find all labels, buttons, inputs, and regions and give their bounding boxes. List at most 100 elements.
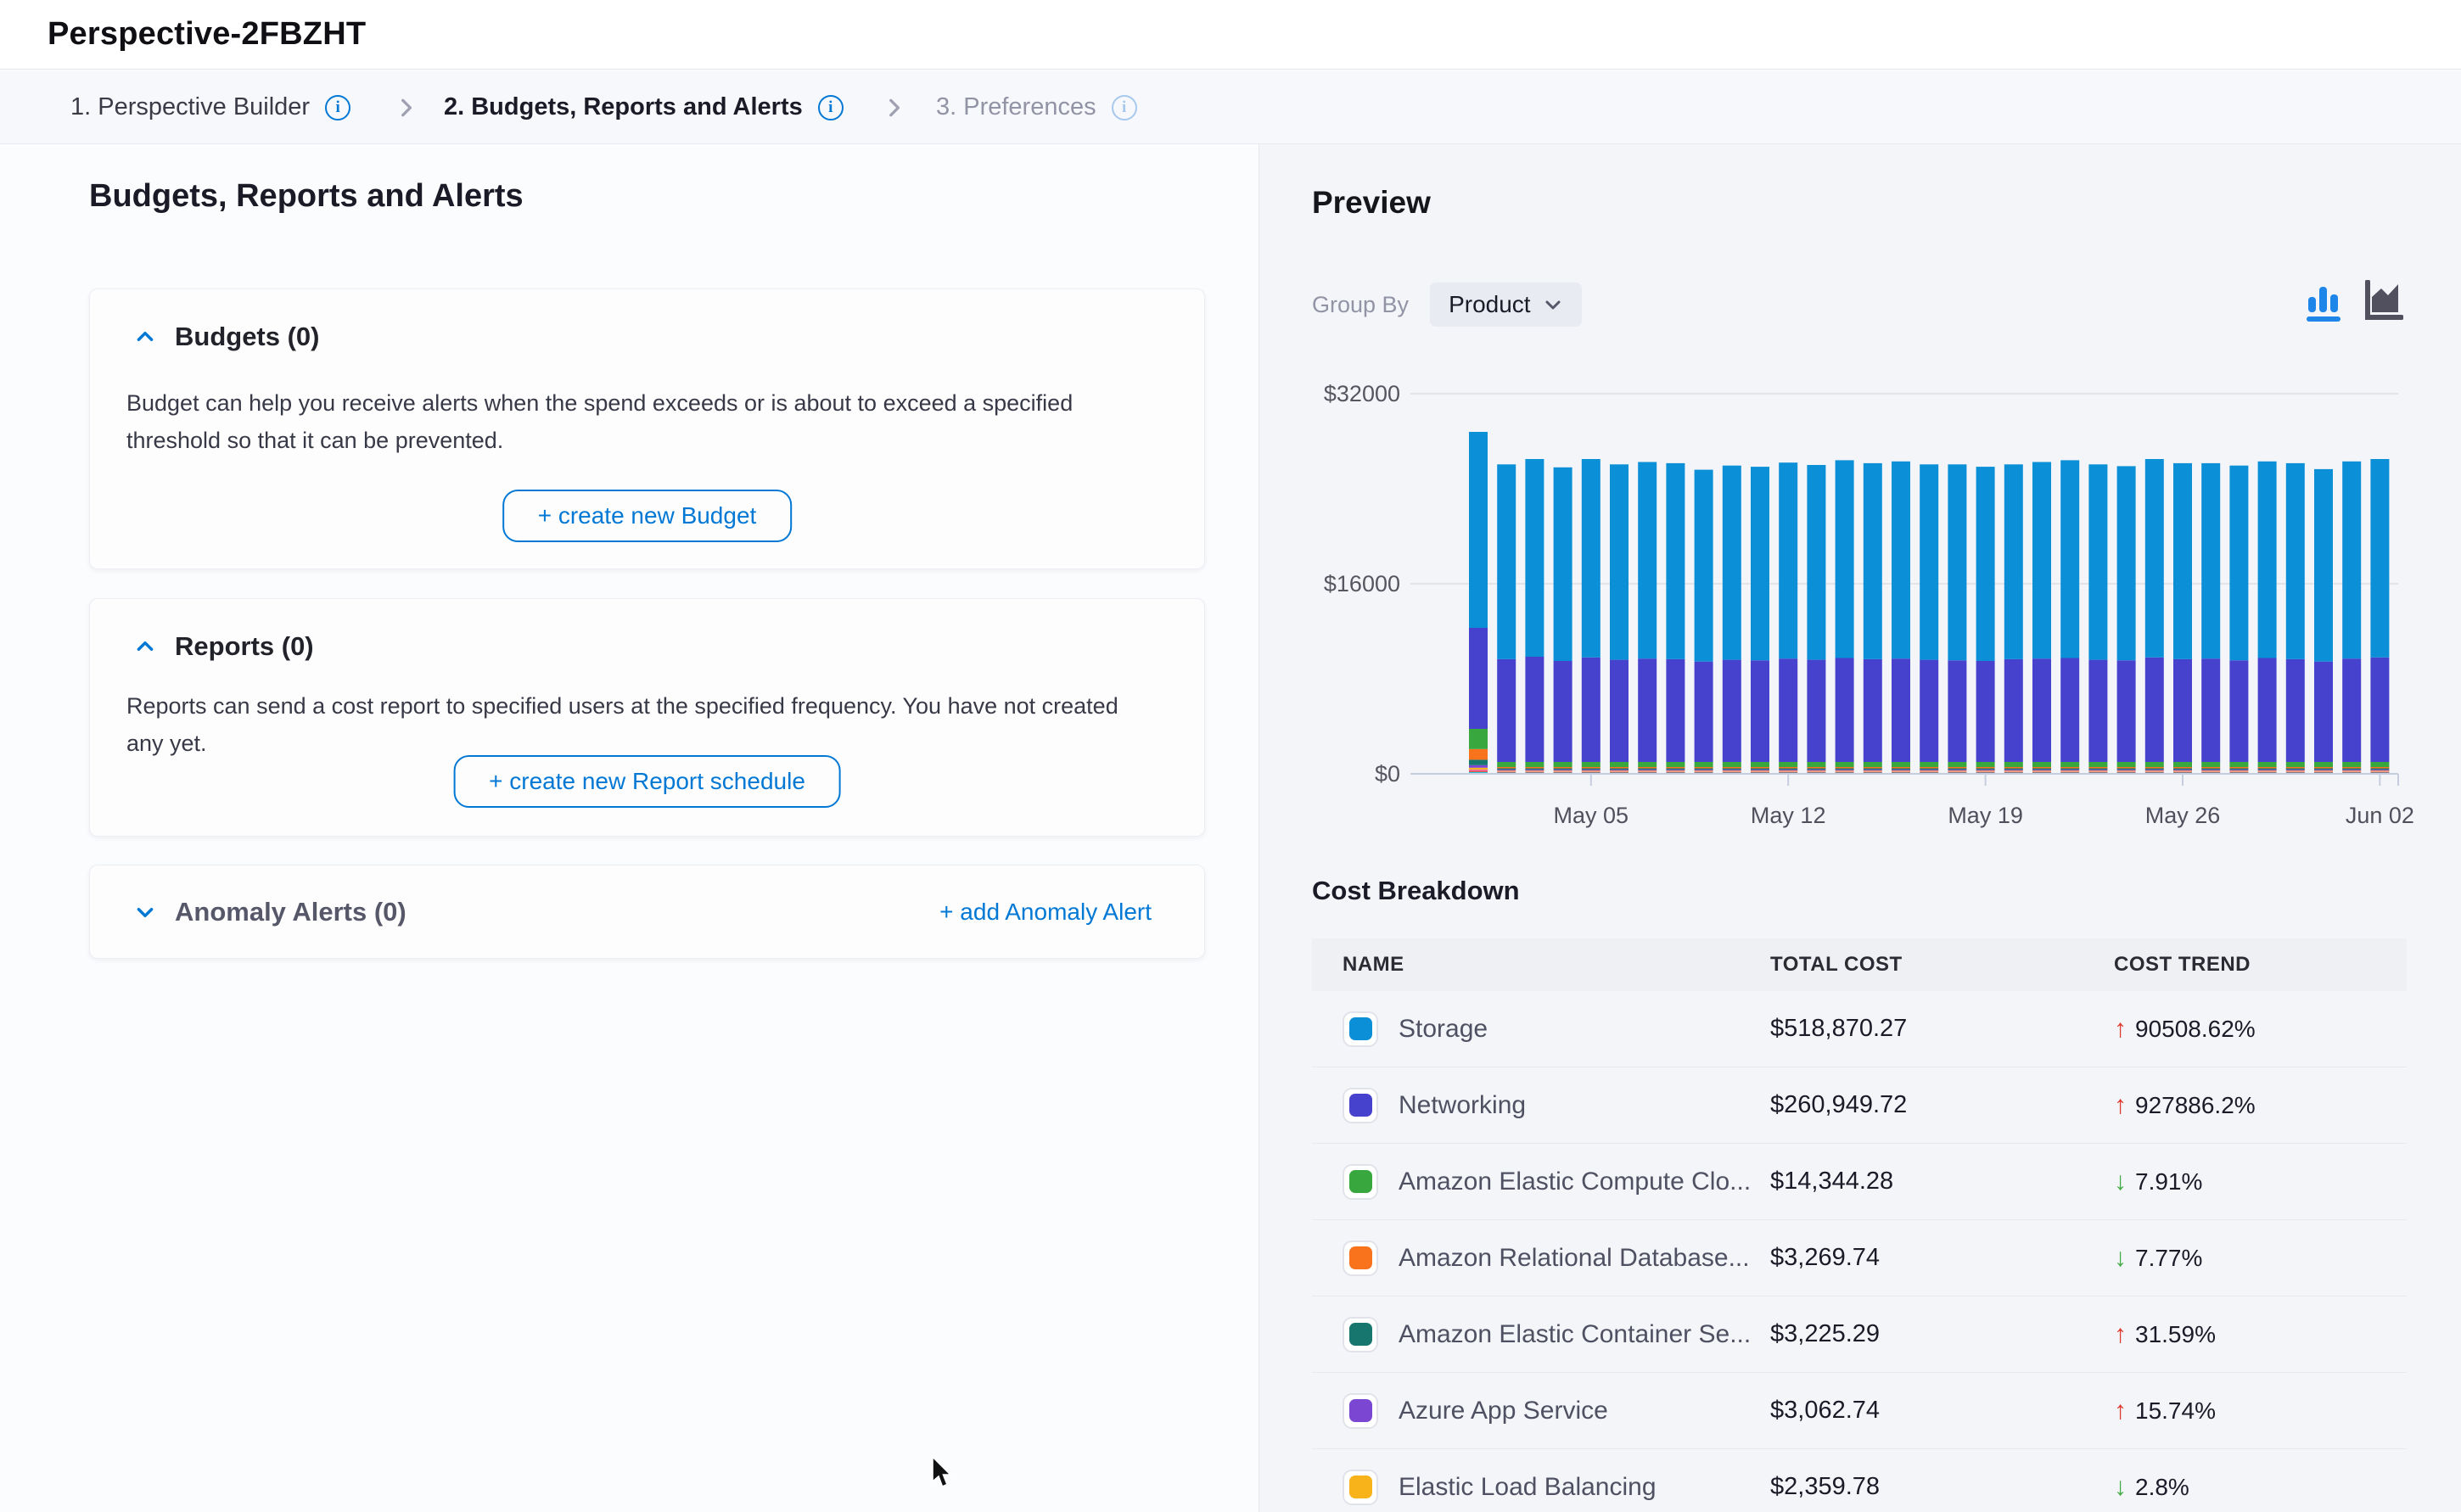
service-name: Elastic Load Balancing — [1399, 1473, 1657, 1502]
column-header-name: NAME — [1312, 953, 1770, 977]
cost-trend-cell: ↓ 7.91% — [2114, 1168, 2407, 1196]
row-name-cell: Azure App Service — [1312, 1393, 1770, 1429]
table-row[interactable]: Storage $518,870.27↑ 90508.62% — [1312, 991, 2407, 1067]
tab-label: 3. Preferences — [936, 93, 1096, 121]
service-name: Amazon Elastic Container Se... — [1399, 1320, 1751, 1349]
trend-down-arrow-icon: ↓ — [2114, 1168, 2127, 1196]
tab-perspective-builder[interactable]: 1. Perspective Builder i — [70, 70, 350, 144]
area-chart-icon[interactable] — [2364, 280, 2403, 324]
total-cost-cell: $2,359.78 — [1770, 1473, 2114, 1501]
column-header-total: TOTAL COST — [1770, 953, 2114, 977]
add-anomaly-alert-link[interactable]: + add Anomaly Alert — [939, 899, 1152, 926]
cost-trend-cell: ↑ 927886.2% — [2114, 1091, 2407, 1120]
legend-swatch — [1343, 1240, 1378, 1276]
row-name-cell: Elastic Load Balancing — [1312, 1470, 1770, 1505]
preview-title: Preview — [1312, 185, 1431, 221]
chart-type-toggle — [2307, 280, 2403, 324]
group-by-dropdown[interactable]: Product — [1430, 283, 1582, 327]
table-row[interactable]: Amazon Relational Database...$3,269.74↓ 7… — [1312, 1220, 2407, 1296]
total-cost-cell: $3,225.29 — [1770, 1320, 2114, 1348]
total-cost-cell: $3,269.74 — [1770, 1244, 2114, 1272]
budgets-card-title: Budgets (0) — [175, 322, 320, 352]
row-name-cell: Amazon Elastic Compute Clo... — [1312, 1164, 1770, 1200]
trend-down-arrow-icon: ↓ — [2114, 1244, 2127, 1273]
legend-swatch — [1343, 1011, 1378, 1047]
cost-trend-cell: ↑15.74% — [2114, 1397, 2407, 1425]
mouse-cursor — [931, 1456, 953, 1490]
anomaly-alerts-card-header[interactable]: Anomaly Alerts (0) — [134, 897, 406, 927]
info-icon[interactable]: i — [1112, 95, 1137, 120]
reports-description: Reports can send a cost report to specif… — [126, 687, 1158, 762]
perspective-builder-page: Perspective-2FBZHT 1. Perspective Builde… — [0, 0, 2461, 1512]
wizard-tab-bar: 1. Perspective Builder i 2. Budgets, Rep… — [0, 70, 2461, 144]
service-name: Amazon Elastic Compute Clo... — [1399, 1168, 1751, 1196]
total-cost-cell: $518,870.27 — [1770, 1015, 2114, 1043]
service-name: Storage — [1399, 1015, 1488, 1044]
table-row[interactable]: Amazon Elastic Compute Clo... $14,344.28↓… — [1312, 1144, 2407, 1220]
chevron-up-icon — [134, 636, 156, 658]
group-by-label: Group By — [1312, 292, 1409, 318]
row-name-cell: Storage — [1312, 1011, 1770, 1047]
total-cost-cell: $14,344.28 — [1770, 1168, 2114, 1196]
reports-card-header[interactable]: Reports (0) — [134, 631, 314, 662]
trend-up-arrow-icon: ↑ — [2114, 1320, 2127, 1349]
table-header-row: NAME TOTAL COST COST TREND — [1312, 938, 2407, 991]
budgets-card-header[interactable]: Budgets (0) — [134, 322, 320, 352]
app-header: Perspective-2FBZHT — [0, 0, 2461, 70]
create-new-budget-button[interactable]: + create new Budget — [502, 490, 793, 542]
group-by-row: Group By Product — [1312, 283, 1582, 327]
table-row[interactable]: Azure App Service $3,062.74↑15.74% — [1312, 1373, 2407, 1449]
budgets-reports-alerts-panel: Budgets, Reports and Alerts Budgets (0) … — [0, 144, 1259, 1512]
tab-preferences[interactable]: 3. Preferences i — [936, 70, 1137, 144]
legend-swatch — [1343, 1088, 1378, 1123]
trend-value: 7.91% — [2135, 1168, 2202, 1196]
table-row[interactable]: Elastic Load Balancing $2,359.78↓2.8% — [1312, 1449, 2407, 1512]
legend-swatch — [1343, 1164, 1378, 1200]
row-name-cell: Amazon Relational Database... — [1312, 1240, 1770, 1276]
info-icon[interactable]: i — [818, 95, 844, 120]
chevron-down-icon — [1543, 294, 1563, 315]
legend-swatch — [1343, 1393, 1378, 1429]
legend-swatch — [1343, 1470, 1378, 1505]
cost-trend-cell: ↑ 90508.62% — [2114, 1015, 2407, 1044]
trend-value: 90508.62% — [2135, 1016, 2256, 1043]
info-icon[interactable]: i — [325, 95, 350, 120]
create-new-report-schedule-button[interactable]: + create new Report schedule — [453, 755, 841, 808]
legend-swatch — [1343, 1317, 1378, 1352]
total-cost-cell: $3,062.74 — [1770, 1397, 2114, 1425]
trend-value: 7.77% — [2135, 1245, 2202, 1272]
trend-up-arrow-icon: ↑ — [2114, 1091, 2127, 1120]
column-header-trend: COST TREND — [2114, 953, 2407, 977]
reports-card-title: Reports (0) — [175, 631, 314, 662]
bar-chart-icon[interactable] — [2307, 280, 2346, 324]
trend-up-arrow-icon: ↑ — [2114, 1015, 2127, 1044]
anomaly-alerts-card-title: Anomaly Alerts (0) — [175, 897, 406, 927]
anomaly-alerts-card: Anomaly Alerts (0) + add Anomaly Alert — [89, 865, 1205, 959]
cost-trend-cell: ↓2.8% — [2114, 1473, 2407, 1502]
tab-label: 2. Budgets, Reports and Alerts — [444, 93, 803, 121]
trend-value: 927886.2% — [2135, 1092, 2256, 1119]
row-name-cell: Networking — [1312, 1088, 1770, 1123]
preview-panel: Preview Group By Product Cost Breakdown — [1259, 144, 2461, 1512]
table-row[interactable]: Networking $260,949.72↑ 927886.2% — [1312, 1067, 2407, 1144]
total-cost-cell: $260,949.72 — [1770, 1091, 2114, 1119]
trend-value: 15.74% — [2135, 1397, 2216, 1425]
chevron-right-icon — [883, 70, 905, 144]
tab-label: 1. Perspective Builder — [70, 93, 310, 121]
table-row[interactable]: Amazon Elastic Container Se... $3,225.29↑… — [1312, 1296, 2407, 1373]
tab-budgets-reports-alerts[interactable]: 2. Budgets, Reports and Alerts i — [444, 70, 844, 144]
trend-value: 31.59% — [2135, 1321, 2216, 1348]
reports-card: Reports (0) Reports can send a cost repo… — [89, 598, 1205, 837]
service-name: Azure App Service — [1399, 1397, 1608, 1425]
service-name: Networking — [1399, 1091, 1526, 1120]
cost-trend-cell: ↑ 31.59% — [2114, 1320, 2407, 1349]
chevron-right-icon — [395, 70, 417, 144]
budgets-description: Budget can help you receive alerts when … — [126, 384, 1158, 459]
cost-breakdown-title: Cost Breakdown — [1312, 876, 1520, 906]
chevron-down-icon — [134, 901, 156, 923]
row-name-cell: Amazon Elastic Container Se... — [1312, 1317, 1770, 1352]
section-heading: Budgets, Reports and Alerts — [89, 178, 524, 215]
group-by-value: Product — [1449, 291, 1531, 318]
trend-value: 2.8% — [2135, 1474, 2189, 1501]
chevron-up-icon — [134, 326, 156, 348]
